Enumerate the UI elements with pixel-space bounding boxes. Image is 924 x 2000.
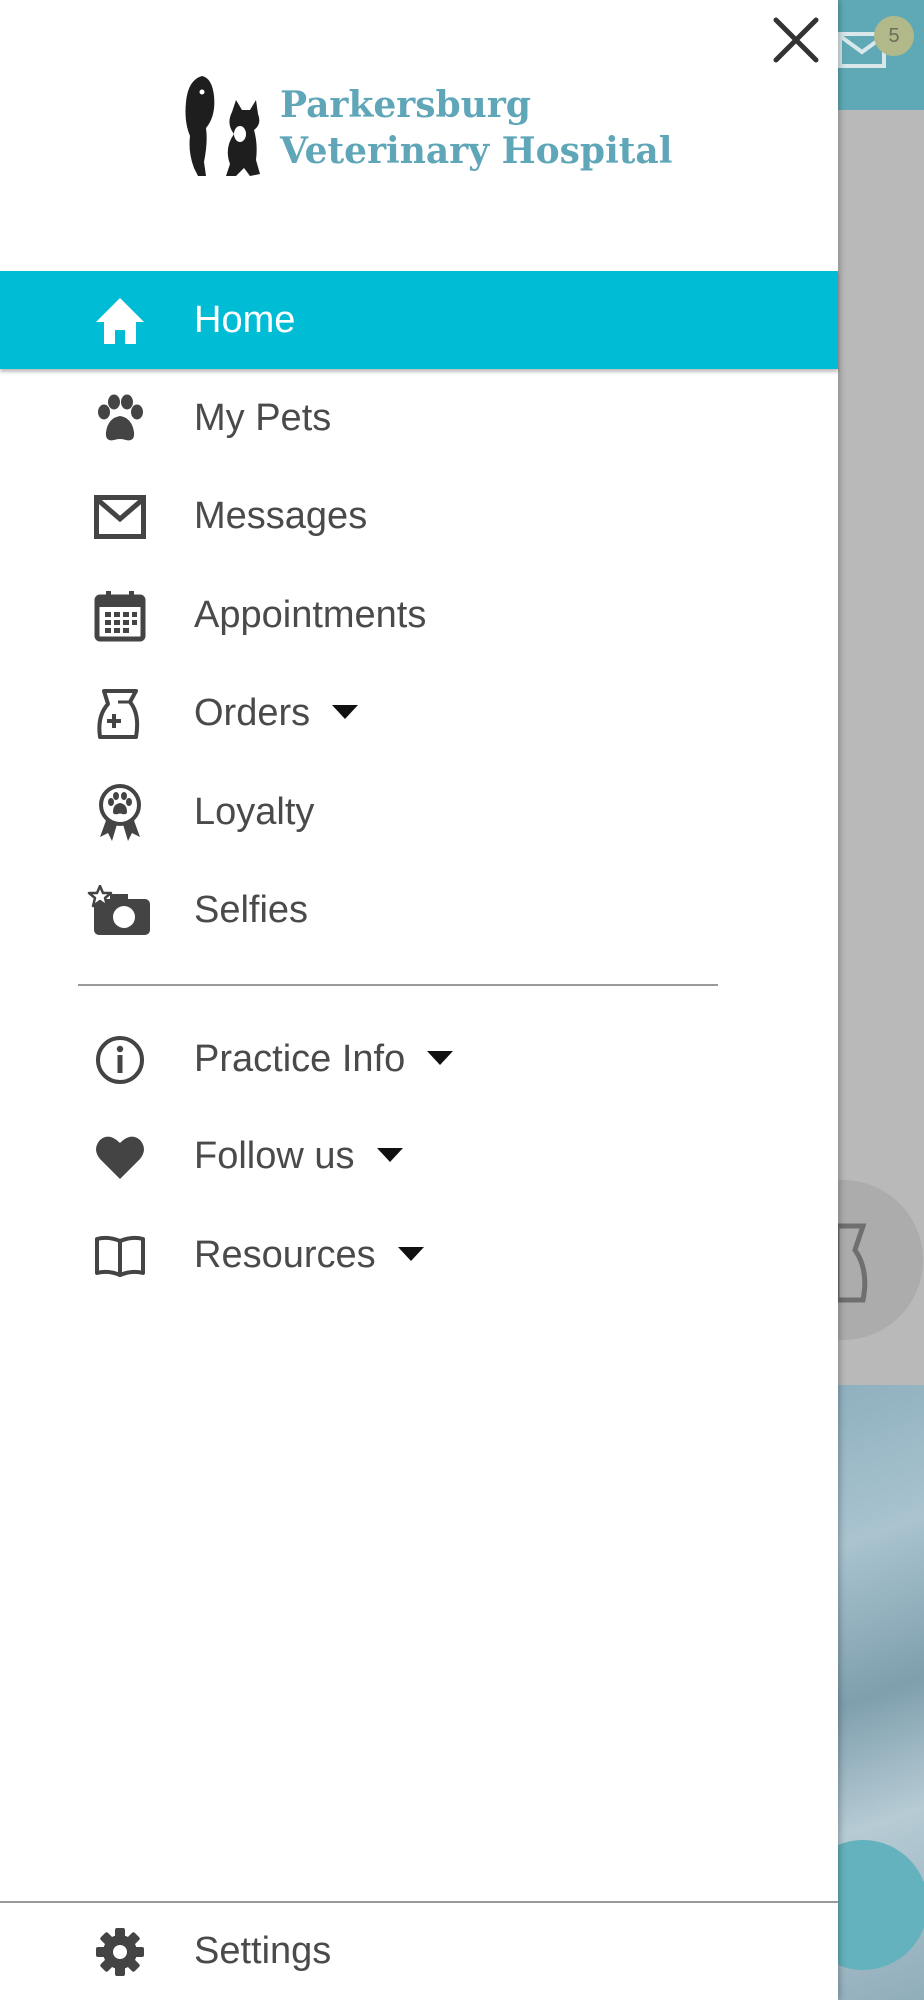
menu-item-label: Follow us [194, 1107, 403, 1205]
paw-icon [92, 394, 148, 444]
menu-divider [78, 984, 718, 986]
calendar-icon [92, 591, 148, 642]
menu-item-messages[interactable]: Messages [0, 467, 838, 565]
hospital-logo: Parkersburg Veterinary Hospital [180, 72, 672, 184]
menu-item-resources[interactable]: Resources [0, 1206, 838, 1304]
menu-item-label: Appointments [194, 594, 427, 636]
menu-item-practice-info[interactable]: Practice Info [0, 1010, 838, 1108]
menu-item-my-pets[interactable]: My Pets [0, 369, 838, 467]
menu-item-label: Loyalty [194, 791, 315, 833]
menu-item-text: Follow us [194, 1135, 355, 1177]
gear-icon [92, 1927, 148, 1977]
menu-item-label: Home [194, 299, 296, 341]
chevron-down-icon [427, 1050, 454, 1065]
background-badge: 5 [874, 16, 914, 56]
menu-item-label: Practice Info [194, 1010, 454, 1108]
close-button[interactable] [770, 14, 822, 66]
envelope-icon [92, 492, 148, 542]
menu-item-orders[interactable]: Orders [0, 664, 838, 762]
background-circle-button [838, 1180, 923, 1340]
menu-item-text: Practice Info [194, 1038, 406, 1080]
menu-item-label: Selfies [194, 889, 309, 931]
background-app: 5 [838, 0, 924, 2000]
settings-label: Settings [194, 1930, 332, 1972]
food-bag-icon [92, 689, 148, 739]
award-ribbon-icon [92, 784, 148, 841]
home-icon [92, 296, 148, 346]
logo-line2: Veterinary Hospital [280, 130, 673, 172]
heart-icon [92, 1132, 148, 1182]
menu-item-home[interactable]: Home [0, 271, 838, 369]
menu-item-follow-us[interactable]: Follow us [0, 1107, 838, 1205]
dog-cat-logo-icon [185, 76, 260, 176]
chevron-down-icon [376, 1147, 403, 1162]
menu-item-label: Orders [194, 664, 359, 762]
logo-text: Parkersburg Veterinary Hospital [280, 82, 672, 174]
camera-icon [86, 885, 152, 936]
chevron-down-icon [332, 704, 359, 719]
close-icon [773, 17, 819, 63]
settings-button[interactable]: Settings [0, 1903, 838, 2000]
menu-item-text: Resources [194, 1234, 376, 1276]
menu-item-text: Orders [194, 692, 311, 734]
menu-item-appointments[interactable]: Appointments [0, 566, 838, 664]
menu-item-label: Resources [194, 1206, 424, 1304]
chevron-down-icon [397, 1246, 424, 1261]
menu-item-loyalty[interactable]: Loyalty [0, 763, 838, 861]
logo-line1: Parkersburg [280, 84, 531, 126]
navigation-drawer: Parkersburg Veterinary Hospital Home My … [0, 0, 838, 2000]
info-icon [92, 1035, 148, 1085]
menu-item-selfies[interactable]: Selfies [0, 861, 838, 959]
menu-item-label: My Pets [194, 397, 332, 439]
menu-item-label: Messages [194, 495, 368, 537]
book-icon [92, 1231, 148, 1281]
